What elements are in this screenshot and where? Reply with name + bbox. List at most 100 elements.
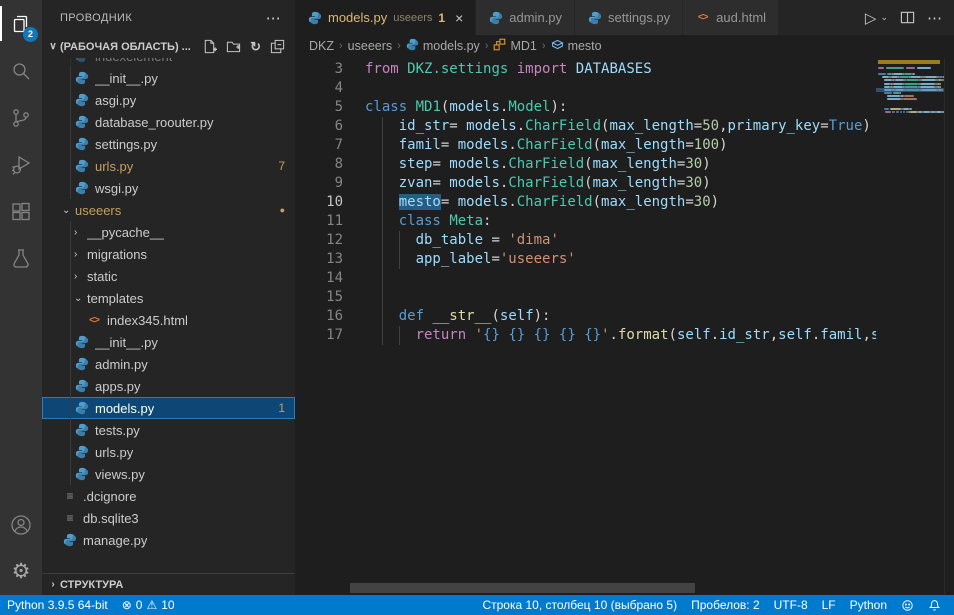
- tree-item-admin-py[interactable]: admin.py: [42, 353, 295, 375]
- tab-settings-py[interactable]: settings.py: [575, 0, 683, 35]
- vertical-scrollbar[interactable]: [944, 58, 954, 595]
- tree-item--pycache-[interactable]: ›__pycache__: [42, 221, 295, 243]
- python-file-icon: [74, 356, 90, 372]
- tree-item--dcignore[interactable]: ≡.dcignore: [42, 485, 295, 507]
- line-number: 7: [295, 136, 343, 155]
- python-file-icon: [74, 136, 90, 152]
- outline-section-header[interactable]: › СТРУКТУРА: [42, 573, 295, 595]
- feedback-icon[interactable]: [894, 599, 921, 612]
- breadcrumb-item-dkz[interactable]: DKZ: [309, 39, 334, 53]
- tree-item-useeers[interactable]: ⌄useeers●: [42, 199, 295, 221]
- python-file-icon: [74, 114, 90, 130]
- run-dropdown-icon[interactable]: ⌄: [880, 12, 888, 23]
- language-mode-status[interactable]: Python: [843, 598, 894, 612]
- tree-item-label: __pycache__: [87, 225, 164, 240]
- tree-item-indexelement[interactable]: indexelement: [42, 58, 295, 67]
- indentation-status[interactable]: Пробелов: 2: [684, 598, 767, 612]
- breadcrumb-separator: ›: [339, 40, 343, 52]
- tree-item-apps-py[interactable]: apps.py: [42, 375, 295, 397]
- search-icon[interactable]: [0, 47, 42, 94]
- tree-item-label: __init__.py: [95, 71, 158, 86]
- run-button[interactable]: ▷: [865, 9, 877, 27]
- tree-item-tests-py[interactable]: tests.py: [42, 419, 295, 441]
- tree-item-wsgi-py[interactable]: wsgi.py: [42, 177, 295, 199]
- refresh-icon[interactable]: ↻: [250, 39, 261, 54]
- account-icon[interactable]: [0, 501, 42, 548]
- tree-item-urls-py[interactable]: urls.py7: [42, 155, 295, 177]
- sidebar-more-icon[interactable]: ⋯: [266, 9, 281, 27]
- python-file-icon: [307, 10, 322, 25]
- run-and-debug-icon[interactable]: [0, 141, 42, 188]
- tree-item-label: index345.html: [107, 313, 188, 328]
- explorer-icon[interactable]: 2: [0, 0, 42, 47]
- tree-item-urls-py[interactable]: urls.py: [42, 441, 295, 463]
- cursor-position-status[interactable]: Строка 10, столбец 10 (выбрано 5): [475, 598, 684, 612]
- tree-item-label: settings.py: [95, 137, 157, 152]
- code-editor[interactable]: 3from DKZ.settings import DATABASES45cla…: [295, 58, 954, 595]
- minimap[interactable]: [876, 58, 944, 595]
- tree-item-templates[interactable]: ⌄templates: [42, 287, 295, 309]
- tab-problems-badge: 1: [438, 11, 445, 25]
- new-file-icon[interactable]: [202, 39, 217, 54]
- python-file-icon: [74, 444, 90, 460]
- python-file-icon: [74, 378, 90, 394]
- source-control-icon[interactable]: [0, 94, 42, 141]
- html-file-icon: <>: [86, 312, 102, 328]
- close-icon[interactable]: ×: [455, 11, 463, 25]
- tabs: models.pyuseeers1×admin.pysettings.py<>a…: [295, 0, 779, 35]
- more-actions-icon[interactable]: ⋯: [927, 9, 942, 27]
- problems-status[interactable]: ⊗ 0 ⚠ 10: [115, 595, 182, 615]
- explorer-sidebar: ПРОВОДНИК ⋯ ∨ (РАБОЧАЯ ОБЛАСТЬ) ... ↻ in…: [42, 0, 295, 595]
- line-number: 17: [295, 326, 343, 345]
- error-count: 0: [136, 598, 143, 612]
- breadcrumb-separator: ›: [397, 40, 401, 52]
- warning-count: 10: [161, 598, 174, 612]
- code-text: step= models.CharField(max_length=30): [343, 155, 711, 174]
- split-editor-icon[interactable]: [900, 10, 915, 25]
- testing-icon[interactable]: [0, 235, 42, 282]
- code-text: db_table = 'dima': [343, 231, 559, 250]
- tree-item-database-roouter-py[interactable]: database_roouter.py: [42, 111, 295, 133]
- tab-aud-html[interactable]: <>aud.html: [683, 0, 779, 35]
- line-number: 9: [295, 174, 343, 193]
- line-number: 6: [295, 117, 343, 136]
- workspace-label: (РАБОЧАЯ ОБЛАСТЬ) ...: [60, 41, 191, 53]
- python-interpreter-status[interactable]: Python 3.9.5 64-bit: [0, 595, 115, 615]
- tree-item-label: apps.py: [95, 379, 141, 394]
- tree-item--init-py[interactable]: __init__.py: [42, 331, 295, 353]
- breadcrumb-item-useeers[interactable]: useeers: [348, 39, 392, 53]
- encoding-status[interactable]: UTF-8: [767, 598, 815, 612]
- tree-item-asgi-py[interactable]: asgi.py: [42, 89, 295, 111]
- tree-item-static[interactable]: ›static: [42, 265, 295, 287]
- python-file-icon: [74, 92, 90, 108]
- settings-gear-icon[interactable]: ⚙: [0, 548, 42, 595]
- modified-dot-badge: ●: [280, 205, 285, 215]
- horizontal-scrollbar[interactable]: [350, 583, 695, 593]
- line-number: 11: [295, 212, 343, 231]
- tab-admin-py[interactable]: admin.py: [476, 0, 575, 35]
- code-text: return '{} {} {} {} {}'.format(self.id_s…: [343, 326, 876, 345]
- extensions-icon[interactable]: [0, 188, 42, 235]
- eol-status[interactable]: LF: [815, 598, 843, 612]
- notifications-bell-icon[interactable]: [921, 599, 948, 612]
- tree-item-db-sqlite3[interactable]: ≡db.sqlite3: [42, 507, 295, 529]
- workspace-section-header[interactable]: ∨ (РАБОЧАЯ ОБЛАСТЬ) ... ↻: [42, 35, 295, 58]
- tree-item-views-py[interactable]: views.py: [42, 463, 295, 485]
- tab-bar: models.pyuseeers1×admin.pysettings.py<>a…: [295, 0, 954, 35]
- tree-item-settings-py[interactable]: settings.py: [42, 133, 295, 155]
- breadcrumb-item-models-py[interactable]: models.py: [406, 38, 480, 54]
- sidebar-title: ПРОВОДНИК: [60, 12, 132, 24]
- new-folder-icon[interactable]: [226, 39, 241, 54]
- tree-item-migrations[interactable]: ›migrations: [42, 243, 295, 265]
- breadcrumb-item-md1[interactable]: MD1: [493, 38, 536, 54]
- tree-item-manage-py[interactable]: manage.py: [42, 529, 295, 551]
- breadcrumb-item-mesto[interactable]: mesto: [551, 38, 602, 54]
- collapse-all-icon[interactable]: [270, 39, 285, 54]
- chevron-right-icon: ›: [74, 271, 87, 282]
- tree-item-models-py[interactable]: models.py1: [42, 397, 295, 419]
- tab-models-py[interactable]: models.pyuseeers1×: [295, 0, 476, 35]
- tree-item--init-py[interactable]: __init__.py: [42, 67, 295, 89]
- tree-item-index345-html[interactable]: <> index345.html: [42, 309, 295, 331]
- editor-group: models.py useeers 1 × admin.pysettings.py<>a…: [295, 0, 954, 595]
- indent-guide: [399, 326, 400, 345]
